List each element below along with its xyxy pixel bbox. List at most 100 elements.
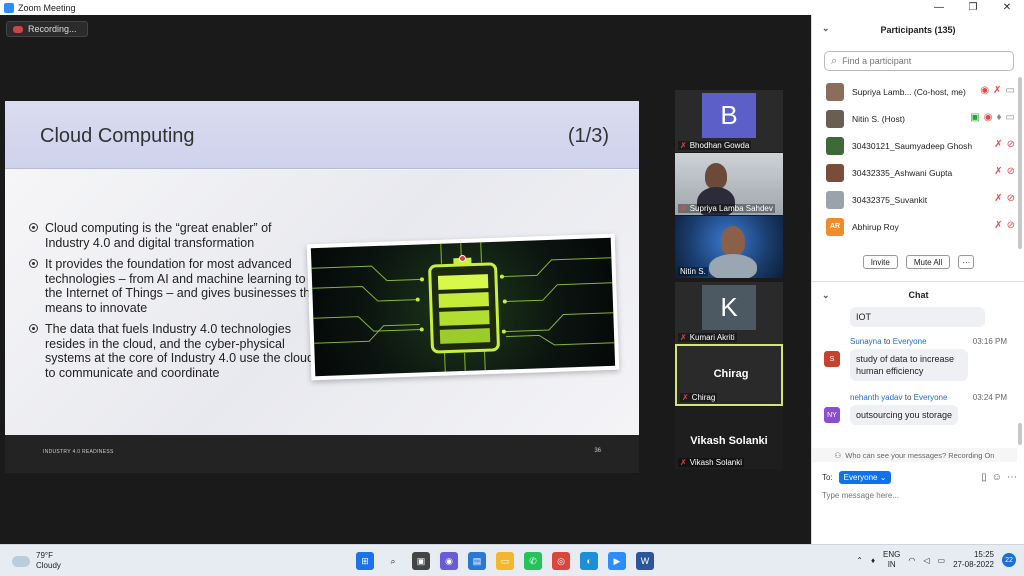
mute-all-button[interactable]: Mute All <box>905 255 951 269</box>
search-icon[interactable]: ⌕ <box>384 552 402 570</box>
video-tile[interactable]: ✗ Supriya Lamba Sahdev <box>675 153 783 215</box>
participant-name: Chirag <box>691 393 716 402</box>
slide-footer-number: 36 <box>594 448 601 454</box>
participant-list: Supriya Lamb... (Co-host, me) ◉ ✗ ▭ Niti… <box>812 78 1015 240</box>
window-title: Zoom Meeting <box>18 2 76 13</box>
zoom-logo-icon <box>4 2 14 13</box>
message-sender[interactable]: Sunayna <box>850 337 882 346</box>
video-on-icon[interactable]: ▭ <box>1006 85 1015 97</box>
slide-footer: INDUSTRY 4.0 READINESS 36 <box>5 435 639 473</box>
language-code: ENG <box>883 550 901 559</box>
avatar <box>826 136 844 155</box>
mic-icon[interactable]: ♦ <box>996 112 1001 124</box>
chat-header: ⌄ Chat <box>812 287 1024 303</box>
zoom-icon[interactable]: ▶ <box>608 552 626 570</box>
recording-label: Recording... <box>28 24 77 34</box>
video-tile[interactable]: B ✗ Bhodhan Gowda <box>675 90 783 152</box>
video-off-icon[interactable]: ⊘ <box>1007 166 1015 178</box>
video-tile[interactable]: K ✗ Kumari Akriti <box>675 282 783 344</box>
invite-button[interactable]: Invite <box>862 255 898 269</box>
slide-footer-label: INDUSTRY 4.0 READINESS <box>43 449 114 455</box>
store-icon[interactable]: ▤ <box>468 552 486 570</box>
chevron-up-icon[interactable]: ⌃ <box>856 556 863 565</box>
task-view-icon[interactable]: ▣ <box>412 552 430 570</box>
whatsapp-icon[interactable]: ✆ <box>524 552 542 570</box>
mic-muted-icon[interactable]: ✗ <box>993 85 1001 97</box>
message-visibility-notice[interactable]: ⚇ Who can see your messages? Recording O… <box>812 448 1017 462</box>
mic-muted-icon[interactable]: ✗ <box>994 193 1002 205</box>
weather-condition: Cloudy <box>36 561 61 570</box>
video-off-icon[interactable]: ⊘ <box>1007 193 1015 205</box>
recording-indicator[interactable]: Recording... <box>6 21 88 37</box>
more-options-button[interactable]: ··· <box>958 255 975 269</box>
video-off-icon[interactable]: ⊘ <box>1007 139 1015 151</box>
mic-muted-icon: ✗ <box>680 141 687 150</box>
participant-row[interactable]: Nitin S. (Host) ▣ ◉ ♦ ▭ <box>812 105 1015 132</box>
teams-chat-icon[interactable]: ◉ <box>440 552 458 570</box>
participant-row[interactable]: Supriya Lamb... (Co-host, me) ◉ ✗ ▭ <box>812 78 1015 105</box>
close-button[interactable]: ✕ <box>990 0 1024 15</box>
video-on-icon[interactable]: ▭ <box>1006 112 1015 124</box>
message-recipient: Everyone <box>892 337 927 346</box>
clock[interactable]: 15:25 27-08-2022 <box>953 550 994 570</box>
collapse-chevron-icon[interactable]: ⌄ <box>822 23 830 34</box>
chrome-icon[interactable]: ◎ <box>552 552 570 570</box>
search-input[interactable] <box>842 56 1003 66</box>
participant-status: ✗ ⊘ <box>994 139 1015 151</box>
wifi-icon[interactable]: ◠ <box>908 556 915 565</box>
video-tile[interactable]: Nitin S. <box>675 216 783 278</box>
minimize-button[interactable]: — <box>922 0 956 15</box>
file-icon[interactable]: ▯ <box>981 472 987 483</box>
mic-muted-icon[interactable]: ✗ <box>994 166 1002 178</box>
participant-row[interactable]: 30430121_Saumyadeep Ghosh ✗ ⊘ <box>812 132 1015 159</box>
tile-caption: ✗ Kumari Akriti <box>678 333 737 342</box>
battery-icon[interactable]: ▭ <box>938 556 946 565</box>
video-tile[interactable]: Vikash Solanki ✗ Vikash Solanki <box>675 407 783 469</box>
microphone-icon[interactable]: ♦ <box>871 556 875 565</box>
mic-muted-icon: ✗ <box>680 204 687 213</box>
participants-scrollbar[interactable] <box>1018 77 1022 249</box>
participant-video <box>709 254 757 278</box>
message-meta: nehanth yadav to Everyone 03:24 PM <box>850 393 1007 402</box>
mic-muted-icon[interactable]: ✗ <box>994 220 1002 232</box>
chat-scrollbar[interactable] <box>1018 423 1022 445</box>
mic-muted-icon: ✗ <box>680 458 687 467</box>
start-icon[interactable]: ⊞ <box>356 552 374 570</box>
video-off-icon[interactable]: ⊘ <box>1007 220 1015 232</box>
file-explorer-icon[interactable]: ▭ <box>496 552 514 570</box>
participant-video <box>705 163 727 189</box>
participant-search[interactable]: ⌕ <box>824 51 1014 71</box>
participant-video <box>721 226 745 256</box>
screen-share-icon: ▣ <box>970 112 980 123</box>
window-controls: — ❐ ✕ <box>922 0 1024 15</box>
recipient-dropdown[interactable]: Everyone ⌄ <box>838 471 892 484</box>
edge-icon[interactable]: ◐ <box>580 552 598 570</box>
bullet-icon <box>29 259 38 268</box>
collapse-chevron-icon[interactable]: ⌄ <box>822 290 830 301</box>
language-indicator[interactable]: ENG IN <box>883 550 900 570</box>
bullet-text: The data that fuels Industry 4.0 technol… <box>45 322 314 380</box>
more-icon[interactable]: ⋯ <box>1007 472 1017 483</box>
message-bubble: IOT <box>850 307 985 327</box>
word-icon[interactable]: W <box>636 552 654 570</box>
participant-row[interactable]: 30432335_Ashwani Gupta ✗ ⊘ <box>812 159 1015 186</box>
visibility-text: Who can see your messages? Recording On <box>845 450 995 460</box>
chat-input[interactable] <box>822 491 1012 500</box>
participant-row[interactable]: 30432375_Suvankit ✗ ⊘ <box>812 186 1015 213</box>
emoji-icon[interactable]: ☺ <box>992 472 1002 483</box>
weather-widget[interactable]: 79°F Cloudy <box>12 551 61 571</box>
volume-icon[interactable]: ◁ <box>923 556 929 565</box>
chat-messages: IOT S Sunayna to Everyone 03:16 PM study… <box>812 307 1017 447</box>
mic-muted-icon[interactable]: ✗ <box>994 139 1002 151</box>
message-bubble: outsourcing you storage <box>850 405 959 425</box>
participant-name: 30432335_Ashwani Gupta <box>852 167 953 178</box>
message-sender[interactable]: nehanth yadav <box>850 393 903 402</box>
chat-recipient-row: To: Everyone ⌄ ▯ ☺ ⋯ <box>822 471 1017 484</box>
maximize-button[interactable]: ❐ <box>956 0 990 15</box>
tile-caption: ✗ Bhodhan Gowda <box>678 141 752 150</box>
notification-badge[interactable]: 22 <box>1002 553 1016 567</box>
participant-row[interactable]: AR Abhirup Roy ✗ ⊘ <box>812 213 1015 240</box>
to-label: To: <box>822 473 833 482</box>
video-tile-active-speaker[interactable]: Chirag ✗ Chirag <box>675 344 783 406</box>
divider <box>812 281 1024 282</box>
